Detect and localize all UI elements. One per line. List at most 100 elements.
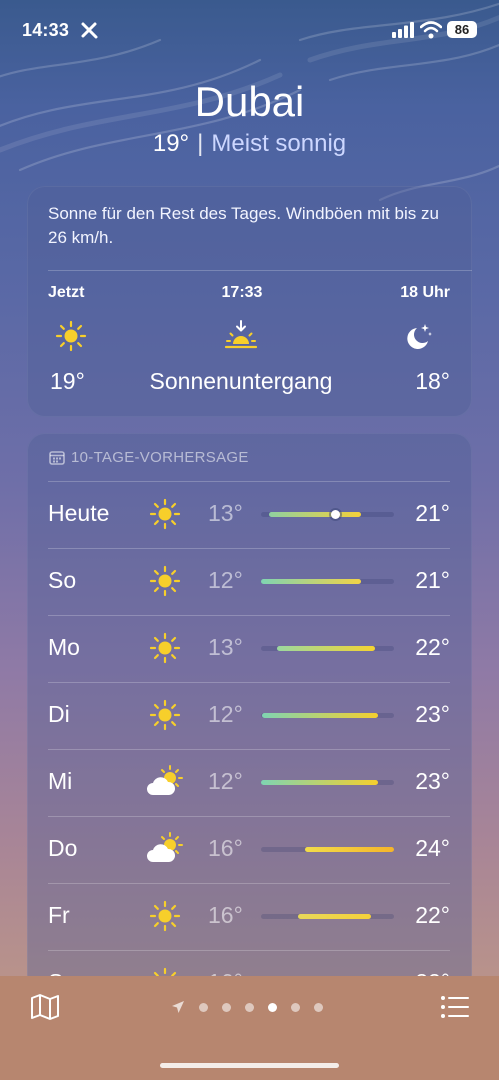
temperature-range-track	[261, 510, 394, 519]
forecast-day: Di	[48, 701, 70, 727]
current-temperature: 19°	[152, 130, 190, 157]
forecast-heading: 10-TAGE-VORHERSAGE	[49, 449, 249, 466]
forecast-high: 23°	[415, 768, 450, 794]
forecast-day: Do	[48, 835, 78, 861]
forecast-heading-text: 10-TAGE-VORHERSAGE	[71, 449, 249, 466]
forecast-low: 13°	[208, 500, 243, 526]
cloud-sun-icon	[145, 832, 185, 866]
forecast-row[interactable]: Di 12° 23°	[48, 682, 450, 749]
temperature-range-track	[261, 646, 394, 651]
calendar-icon	[49, 451, 65, 465]
temperature-range-bar	[261, 780, 379, 785]
tools-icon	[81, 22, 98, 39]
hourly-value-sunset: Sonnenuntergang	[149, 368, 333, 394]
sun-icon	[145, 698, 185, 732]
moon-stars-icon	[407, 324, 432, 349]
forecast-row[interactable]: Mo 13° 22°	[48, 615, 450, 682]
temperature-range-track	[261, 713, 394, 718]
sun-icon	[145, 564, 185, 598]
temperature-range-track	[261, 914, 394, 919]
forecast-day: So	[48, 567, 77, 593]
forecast-row[interactable]: Fr 16° 22°	[48, 883, 450, 950]
row-divider	[48, 950, 450, 951]
row-divider	[48, 682, 450, 683]
hourly-item-sunset: 17:33	[192, 284, 292, 302]
forecast-high: 21°	[415, 500, 450, 526]
row-divider	[48, 481, 450, 482]
temperature-range-track	[261, 780, 394, 785]
cloud-sun-icon	[145, 765, 185, 799]
temperature-range-bar	[298, 914, 372, 919]
weather-summary: Sonne für den Rest des Tages. Windböen m…	[48, 204, 439, 247]
hourly-item-now: Jetzt	[48, 284, 98, 302]
forecast-row[interactable]: Do 16° 24°	[48, 816, 450, 883]
forecast-low: 12°	[208, 701, 243, 727]
forecast-high: 24°	[415, 835, 450, 861]
cellular-signal-icon	[392, 22, 414, 38]
hourly-value-now: 19°	[50, 368, 85, 394]
forecast-low: 16°	[208, 835, 243, 861]
battery-indicator: 86	[447, 21, 477, 38]
hourly-label: 17:33	[221, 284, 263, 301]
location-header: Dubai 19° | Meist sonnig	[0, 78, 499, 158]
forecast-low: 12°	[208, 768, 243, 794]
forecast-high: 23°	[415, 701, 450, 727]
location-arrow-icon[interactable]	[171, 1000, 185, 1014]
row-divider	[48, 816, 450, 817]
temperature-range-bar	[268, 512, 361, 517]
forecast-high: 22°	[415, 634, 450, 660]
status-bar: 14:33 86	[0, 18, 499, 44]
map-icon[interactable]	[30, 993, 60, 1021]
list-icon[interactable]	[440, 995, 470, 1019]
separator: |	[197, 130, 204, 157]
forecast-day: Mo	[48, 634, 80, 660]
page-dot[interactable]	[199, 1003, 208, 1012]
row-divider	[48, 548, 450, 549]
row-divider	[48, 615, 450, 616]
forecast-low: 13°	[208, 634, 243, 660]
forecast-row[interactable]: Mi 12° 23°	[48, 749, 450, 816]
forecast-row[interactable]: Heute 13° 21°	[48, 481, 450, 548]
page-dot[interactable]	[245, 1003, 254, 1012]
page-dot[interactable]	[222, 1003, 231, 1012]
temperature-range-bar	[262, 713, 379, 718]
hourly-item-18: 18 Uhr	[372, 284, 450, 302]
sun-icon	[145, 899, 185, 933]
forecast-high: 21°	[415, 567, 450, 593]
hourly-label: Jetzt	[48, 284, 85, 301]
sun-icon	[145, 631, 185, 665]
home-indicator	[160, 1063, 339, 1068]
sunset-icon	[224, 320, 258, 349]
temperature-range-bar	[261, 579, 361, 584]
forecast-low: 12°	[208, 567, 243, 593]
status-time: 14:33	[22, 20, 70, 40]
city-name: Dubai	[194, 78, 305, 125]
bottom-toolbar	[0, 976, 499, 1080]
condition-text: Meist sonnig	[211, 130, 347, 157]
temperature-range-track	[261, 579, 394, 584]
page-dot[interactable]	[268, 1003, 277, 1012]
page-indicator[interactable]	[171, 1000, 331, 1014]
forecast-high: 22°	[415, 902, 450, 928]
current-conditions: 19° | Meist sonnig	[0, 130, 499, 158]
row-divider	[48, 883, 450, 884]
page-dot[interactable]	[291, 1003, 300, 1012]
sun-icon	[55, 320, 87, 352]
wifi-icon	[420, 21, 442, 39]
hourly-forecast-card[interactable]: Sonne für den Rest des Tages. Windböen m…	[27, 186, 472, 417]
card-divider	[48, 270, 472, 271]
current-temperature-dot	[331, 510, 341, 519]
sun-icon	[145, 497, 185, 531]
temperature-range-bar	[304, 847, 394, 852]
forecast-day: Heute	[48, 500, 110, 526]
forecast-low: 16°	[208, 902, 243, 928]
forecast-row[interactable]: So 12° 21°	[48, 548, 450, 615]
row-divider	[48, 749, 450, 750]
temperature-range-track	[261, 847, 394, 852]
hourly-value-18: 18°	[415, 368, 450, 394]
forecast-day: Fr	[48, 902, 70, 928]
forecast-day: Mi	[48, 768, 73, 794]
ten-day-forecast-card[interactable]: 10-TAGE-VORHERSAGE Heute 13° 21° So 12° 21° Mo…	[27, 433, 472, 993]
page-dot[interactable]	[314, 1003, 323, 1012]
hourly-label: 18 Uhr	[400, 284, 450, 301]
